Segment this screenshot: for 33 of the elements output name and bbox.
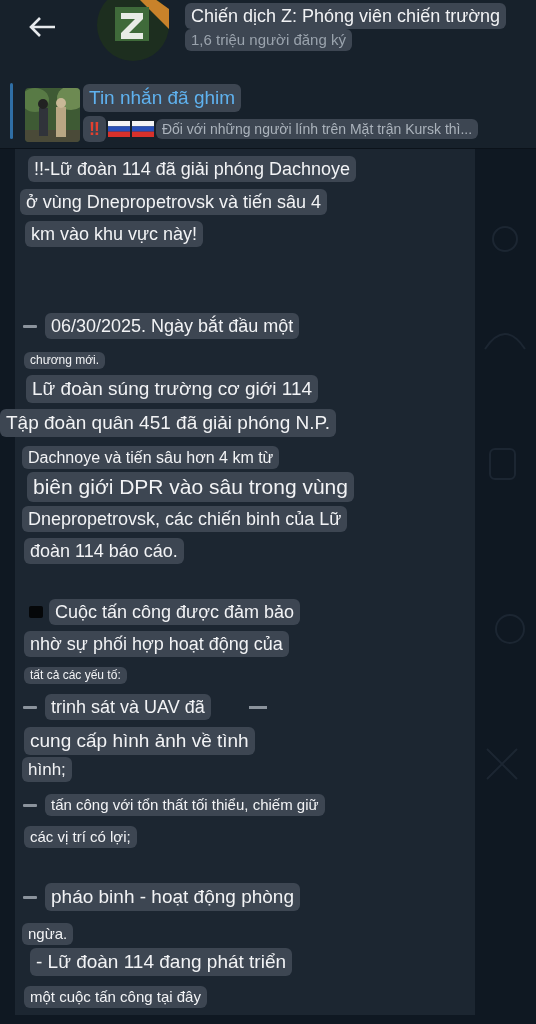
message-text: Dachnoye và tiến sâu hơn 4 km từ xyxy=(22,445,280,469)
message-text: !!-Lữ đoàn 114 đã giải phóng Dachnoye xyxy=(28,156,356,182)
pinned-message-bar[interactable]: Tin nhắn đã ghim ‼ Đối với những người lính trên Mặt trận Kursk thì... xyxy=(0,74,536,149)
message-text: 06/30/2025. Ngày bắt đầu một xyxy=(45,313,300,339)
message-text: hình; xyxy=(22,756,72,782)
message-text: Cuộc tấn công được đảm bảo xyxy=(49,599,300,625)
flag-icon xyxy=(107,121,130,137)
message-text: Dnepropetrovsk, các chiến binh của Lữ xyxy=(22,506,348,532)
channel-avatar[interactable] xyxy=(97,0,169,61)
message-text: tất cả các yếu tố: xyxy=(24,666,127,684)
subscriber-count: 1,6 triệu người đăng ký xyxy=(185,29,352,51)
message-text: ngừa. xyxy=(22,923,74,945)
message-text: pháo binh - hoạt động phòng xyxy=(45,883,300,911)
message-text: Lữ đoàn súng trường cơ giới 114 xyxy=(26,375,319,403)
message-text: cung cấp hình ảnh về tình xyxy=(24,727,255,755)
message-text: - Lữ đoàn 114 đang phát triển xyxy=(30,948,293,976)
message-text: km vào khu vực này! xyxy=(25,221,204,247)
flag-icon xyxy=(131,121,154,137)
message-text: đoàn 114 báo cáo. xyxy=(24,538,184,564)
message-text: các vị trí có lợi; xyxy=(24,826,137,848)
double-exclamation: ‼ xyxy=(83,116,106,142)
message-text: chương mới. xyxy=(24,351,106,369)
back-arrow-icon[interactable] xyxy=(27,15,57,39)
message-text: Tập đoàn quân 451 đã giải phóng N.P. xyxy=(0,409,336,437)
message-text: ở vùng Dnepropetrovsk và tiến sâu 4 xyxy=(20,189,327,215)
pinned-label: Tin nhắn đã ghim xyxy=(83,84,242,112)
channel-title: Chiến dịch Z: Phóng viên chiến trường xyxy=(185,3,507,29)
message-text: một cuộc tấn công tại đây xyxy=(24,986,207,1008)
message-text: nhờ sự phối hợp hoạt động của xyxy=(24,631,289,657)
pinned-preview: Đối với những người lính trên Mặt trận Kursk thì... xyxy=(155,119,479,139)
message-text: tấn công với tổn thất tối thiểu, chiếm giữ xyxy=(45,794,325,816)
message-text: biên giới DPR vào sâu trong vùng xyxy=(27,472,354,502)
message-text: trinh sát và UAV đã xyxy=(45,694,211,720)
